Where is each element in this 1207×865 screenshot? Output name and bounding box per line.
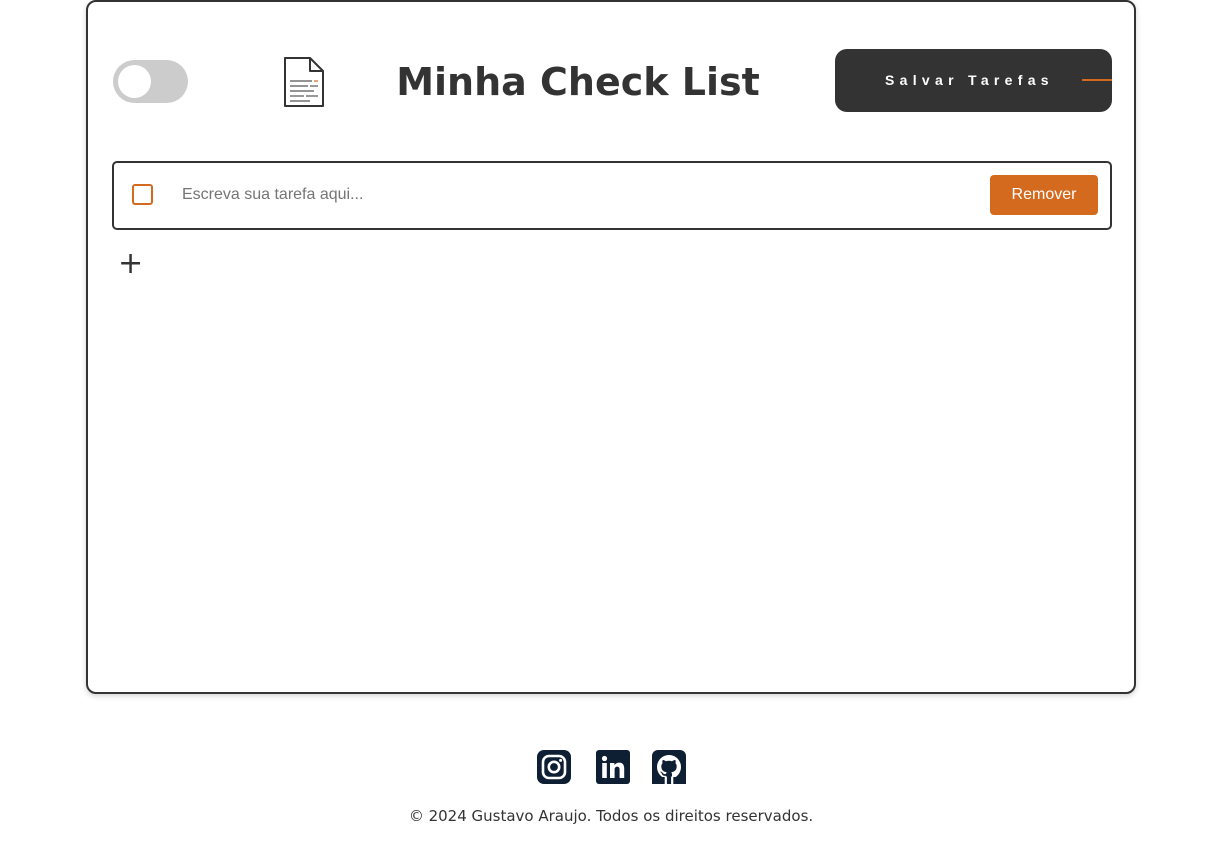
checklist-card: Minha Check List Salvar Tarefas Remover …	[86, 0, 1136, 694]
social-links	[536, 749, 688, 785]
page-title: Minha Check List	[396, 60, 760, 104]
toggle-knob	[118, 65, 151, 98]
arrow-line-icon	[1082, 79, 1112, 81]
github-icon[interactable]	[651, 749, 687, 785]
footer-copyright: © 2024 Gustavo Araujo. Todos os direitos…	[408, 807, 814, 825]
task-item: Remover	[112, 161, 1112, 230]
instagram-icon[interactable]	[536, 749, 572, 785]
save-tasks-button[interactable]: Salvar Tarefas	[835, 49, 1112, 112]
document-icon	[284, 57, 324, 107]
task-input[interactable]	[182, 177, 972, 213]
theme-toggle[interactable]	[113, 60, 188, 103]
save-tasks-label: Salvar Tarefas	[885, 72, 1054, 88]
linkedin-icon[interactable]	[595, 749, 631, 785]
add-task-button[interactable]: +	[118, 248, 148, 280]
remove-task-button[interactable]: Remover	[990, 175, 1098, 215]
task-checkbox[interactable]	[132, 184, 153, 205]
